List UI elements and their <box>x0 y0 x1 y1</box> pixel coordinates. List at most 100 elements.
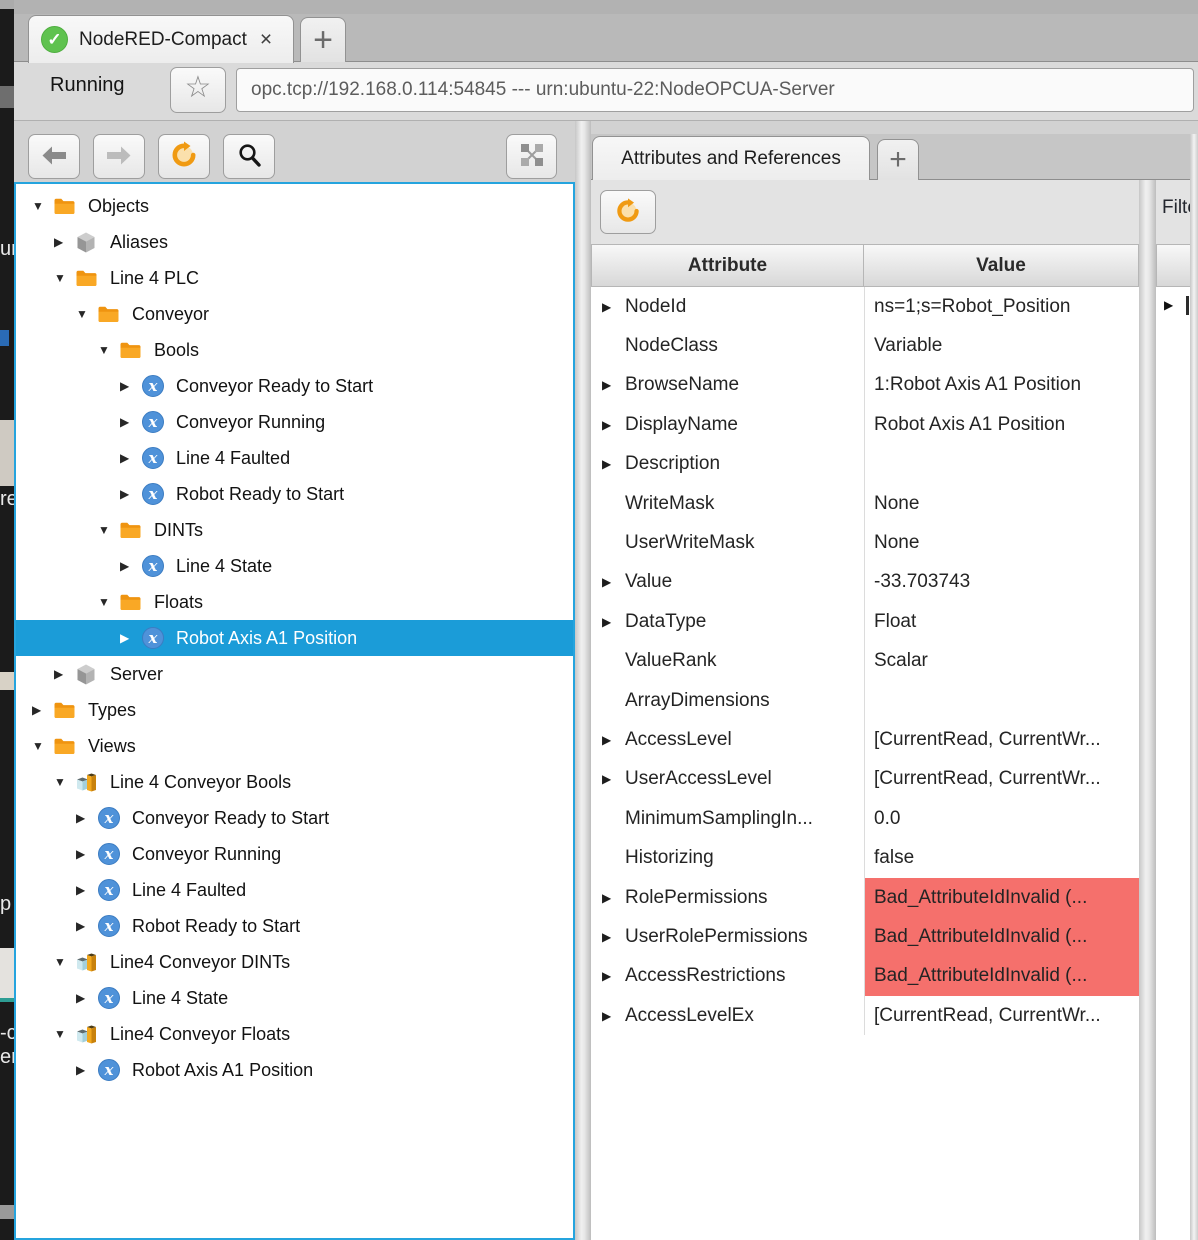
tree-item[interactable]: ▶xConveyor Ready to Start <box>16 368 573 404</box>
collapse-icon[interactable]: ▼ <box>54 955 75 969</box>
expand-icon[interactable]: ▶ <box>54 667 75 681</box>
expand-icon[interactable]: ▶ <box>602 930 625 944</box>
tree-item[interactable]: ▶xRobot Ready to Start <box>16 908 573 944</box>
tree-item[interactable]: ▶xLine 4 Faulted <box>16 872 573 908</box>
attribute-row[interactable]: ▶RolePermissionsBad_AttributeIdInvalid (… <box>591 878 1139 917</box>
expand-icon[interactable]: ▶ <box>602 418 625 432</box>
attributes-refresh-button[interactable] <box>600 190 656 234</box>
attribute-row[interactable]: ▶AccessLevelEx[CurrentRead, CurrentWr... <box>591 996 1139 1035</box>
search-button[interactable] <box>223 134 275 179</box>
tab-attributes-and-references[interactable]: Attributes and References <box>592 136 870 180</box>
tree-item[interactable]: ▶Aliases <box>16 224 573 260</box>
tree-item[interactable]: ▼Line4 Conveyor DINTs <box>16 944 573 980</box>
attribute-row[interactable]: ValueRankScalar <box>591 642 1139 681</box>
expand-icon[interactable]: ▶ <box>602 1009 625 1023</box>
expand-icon[interactable]: ▶ <box>120 415 141 429</box>
tree-item[interactable]: ▼Objects <box>16 188 573 224</box>
forward-button[interactable] <box>93 134 145 179</box>
attribute-row[interactable]: ▶BrowseName1:Robot Axis A1 Position <box>591 366 1139 405</box>
expand-icon[interactable]: ▶ <box>76 847 97 861</box>
expand-icon[interactable]: ▶ <box>120 451 141 465</box>
tree-item[interactable]: ▼Line 4 PLC <box>16 260 573 296</box>
refresh-button[interactable] <box>158 134 210 179</box>
expand-icon[interactable]: ▶ <box>602 891 625 905</box>
tab-close-icon[interactable]: × <box>260 28 272 52</box>
expand-icon[interactable]: ▶ <box>76 1063 97 1077</box>
attribute-row[interactable]: ▶Description <box>591 445 1139 484</box>
expand-icon[interactable]: ▶ <box>120 559 141 573</box>
attribute-row[interactable]: MinimumSamplingIn...0.0 <box>591 799 1139 838</box>
expand-icon[interactable]: ▶ <box>602 733 625 747</box>
expand-icon[interactable]: ▶ <box>1164 298 1173 312</box>
attribute-row[interactable]: ▶UserAccessLevel[CurrentRead, CurrentWr.… <box>591 760 1139 799</box>
attribute-row[interactable]: ▶AccessLevel[CurrentRead, CurrentWr... <box>591 720 1139 759</box>
attribute-row[interactable]: ▶Value-33.703743 <box>591 563 1139 602</box>
node-graph-button[interactable] <box>506 134 557 179</box>
expand-icon[interactable]: ▶ <box>120 487 141 501</box>
attribute-row[interactable]: WriteMaskNone <box>591 484 1139 523</box>
pane-splitter[interactable] <box>575 121 591 1240</box>
tree-item[interactable]: ▼Floats <box>16 584 573 620</box>
tree-item[interactable]: ▶xLine 4 State <box>16 548 573 584</box>
tree-item[interactable]: ▼Views <box>16 728 573 764</box>
expand-icon[interactable]: ▶ <box>602 575 625 589</box>
expand-icon[interactable]: ▶ <box>76 991 97 1005</box>
tree-item[interactable]: ▼Line4 Conveyor Floats <box>16 1016 573 1052</box>
pane-splitter[interactable] <box>1190 134 1198 1240</box>
collapse-icon[interactable]: ▼ <box>32 199 53 213</box>
expand-icon[interactable]: ▶ <box>54 235 75 249</box>
favorite-button[interactable]: ☆ <box>170 67 226 113</box>
tree-item[interactable]: ▼Bools <box>16 332 573 368</box>
expand-icon[interactable]: ▶ <box>602 772 625 786</box>
tree-item[interactable]: ▶xRobot Axis A1 Position <box>16 1052 573 1088</box>
collapse-icon[interactable]: ▼ <box>54 271 75 285</box>
collapse-icon[interactable]: ▼ <box>98 595 119 609</box>
expand-icon[interactable]: ▶ <box>602 615 625 629</box>
expand-icon[interactable]: ▶ <box>602 378 625 392</box>
attribute-row[interactable]: ArrayDimensions <box>591 681 1139 720</box>
tree-item[interactable]: ▼Conveyor <box>16 296 573 332</box>
tree-item[interactable]: ▼DINTs <box>16 512 573 548</box>
attribute-row[interactable]: ▶DisplayNameRobot Axis A1 Position <box>591 405 1139 444</box>
connection-tab[interactable]: ✓ NodeRED-Compact × <box>28 15 294 63</box>
expand-icon[interactable]: ▶ <box>76 811 97 825</box>
collapse-icon[interactable]: ▼ <box>98 523 119 537</box>
expand-icon[interactable]: ▶ <box>120 631 141 645</box>
tree-item[interactable]: ▶Types <box>16 692 573 728</box>
expand-icon[interactable]: ▶ <box>32 703 53 717</box>
attribute-row[interactable]: ▶NodeIdns=1;s=Robot_Position <box>591 287 1139 326</box>
attribute-row[interactable]: Historizingfalse <box>591 838 1139 877</box>
attribute-row[interactable]: ▶UserRolePermissionsBad_AttributeIdInval… <box>591 917 1139 956</box>
expand-icon[interactable]: ▶ <box>602 969 625 983</box>
tree-item[interactable]: ▶xRobot Ready to Start <box>16 476 573 512</box>
server-address-field[interactable] <box>236 68 1194 112</box>
expand-icon[interactable]: ▶ <box>76 919 97 933</box>
attribute-row[interactable]: UserWriteMaskNone <box>591 523 1139 562</box>
expand-icon[interactable]: ▶ <box>602 300 625 314</box>
tree-item[interactable]: ▶xRobot Axis A1 Position <box>16 620 573 656</box>
tree-item[interactable]: ▶Server <box>16 656 573 692</box>
new-attributes-tab-button[interactable]: + <box>877 139 919 180</box>
tree-item[interactable]: ▶xConveyor Running <box>16 404 573 440</box>
attribute-row[interactable]: ▶DataTypeFloat <box>591 602 1139 641</box>
tree-item[interactable]: ▼Line 4 Conveyor Bools <box>16 764 573 800</box>
expand-icon[interactable]: ▶ <box>76 883 97 897</box>
collapse-icon[interactable]: ▼ <box>54 775 75 789</box>
expand-icon[interactable]: ▶ <box>120 379 141 393</box>
back-button[interactable] <box>28 134 80 179</box>
tree-item[interactable]: ▶xConveyor Ready to Start <box>16 800 573 836</box>
collapse-icon[interactable]: ▼ <box>54 1027 75 1041</box>
tree-item[interactable]: ▶xLine 4 Faulted <box>16 440 573 476</box>
new-connection-tab-button[interactable]: + <box>300 17 346 62</box>
collapse-icon[interactable]: ▼ <box>76 307 97 321</box>
tree-item[interactable]: ▶xLine 4 State <box>16 980 573 1016</box>
tree-item[interactable]: ▶xConveyor Running <box>16 836 573 872</box>
column-header-attribute[interactable]: Attribute <box>591 244 864 287</box>
pane-splitter[interactable] <box>1139 180 1156 1240</box>
collapse-icon[interactable]: ▼ <box>32 739 53 753</box>
attribute-row[interactable]: NodeClassVariable <box>591 326 1139 365</box>
column-header-value[interactable]: Value <box>864 244 1139 287</box>
expand-icon[interactable]: ▶ <box>602 457 625 471</box>
attribute-row[interactable]: ▶AccessRestrictionsBad_AttributeIdInvali… <box>591 957 1139 996</box>
collapse-icon[interactable]: ▼ <box>98 343 119 357</box>
